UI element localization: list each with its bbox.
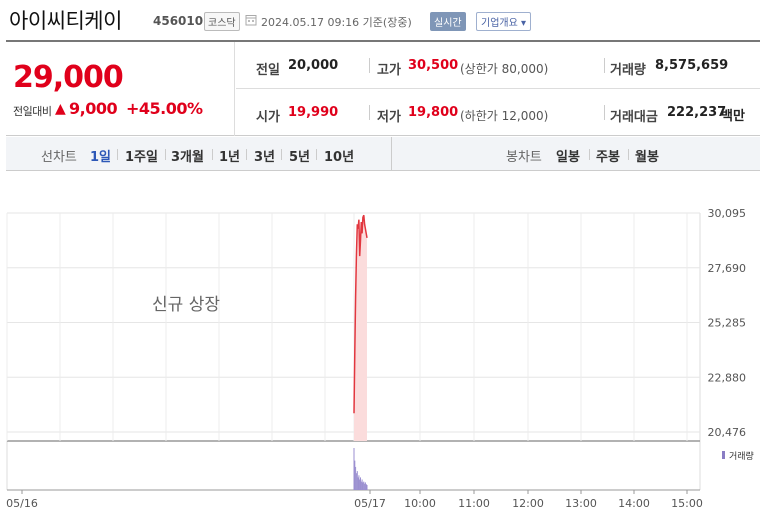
amount-label: 거래대금: [610, 110, 658, 125]
divider: [604, 105, 605, 120]
up-arrow-icon: ▲: [55, 101, 66, 117]
timestamp: 2024.05.17 09:16 기준(장중): [261, 16, 412, 29]
divider: [316, 149, 317, 160]
divider: [628, 149, 629, 160]
divider: [117, 149, 118, 160]
volume-bars: [353, 448, 368, 490]
stock-header: 아이씨티케이 456010 코스닥 2024.05.17 09:16 기준(장중…: [0, 0, 760, 40]
low-value: 19,800: [408, 105, 459, 120]
volume-bar: [366, 485, 368, 490]
divider: [369, 105, 370, 120]
high-label: 고가: [377, 63, 401, 78]
x-tick-label: 10:00: [404, 497, 436, 510]
y-tick-label: 27,690: [708, 262, 747, 275]
open-label: 시가: [256, 110, 280, 125]
amount-value: 222,237: [667, 105, 727, 120]
tab-10y[interactable]: 10년: [324, 146, 354, 165]
realtime-button[interactable]: 실시간: [430, 12, 466, 31]
x-tick-label: 13:00: [565, 497, 597, 510]
prev-close-cell: 전일 20,000: [236, 42, 366, 89]
divider: [369, 58, 370, 73]
y-axis-ticks: 30,095 27,690 25,285 22,880 20,476: [708, 207, 747, 439]
open-cell: 시가 19,990: [236, 89, 366, 136]
tab-3m[interactable]: 3개월: [171, 146, 204, 165]
line-chart-label: 선차트: [41, 150, 77, 165]
candle-chart-label: 봉차트: [506, 150, 542, 165]
y-tick-label: 30,095: [708, 207, 747, 220]
volume-bar: [362, 482, 364, 490]
upper-limit: (상한가 80,000): [460, 62, 549, 76]
stats-row-2: 시가 19,990 저가 19,800 (하한가 12,000) 거래대금 22…: [236, 89, 760, 136]
chart-area: [353, 214, 368, 441]
low-label: 저가: [377, 110, 401, 125]
x-tick-label: 12:00: [512, 497, 544, 510]
stock-name: 아이씨티케이: [9, 9, 122, 33]
volume-legend-swatch: [722, 451, 725, 459]
chart-tab-bar: 선차트 1일 1주일 3개월 1년 3년 5년 10년 봉차트 일봉 주봉 월봉: [6, 137, 760, 171]
current-price-box: 29,000 전일대비 ▲ 9,000 +45.00%: [6, 42, 235, 136]
prev-close-value: 20,000: [288, 58, 339, 73]
tab-monthly[interactable]: 월봉: [635, 146, 659, 165]
divider: [589, 149, 590, 160]
divider: [165, 149, 166, 160]
volume-value: 8,575,659: [655, 58, 729, 73]
divider: [246, 149, 247, 160]
high-cell: 고가 30,500 (상한가 80,000): [373, 42, 603, 89]
tab-1d[interactable]: 1일: [90, 146, 111, 165]
volume-label: 거래량: [610, 63, 646, 78]
divider: [212, 149, 213, 160]
volume-cell: 거래량 8,575,659: [606, 42, 760, 89]
change-percent: +45.00%: [126, 99, 203, 118]
tab-1y[interactable]: 1년: [219, 146, 240, 165]
change-value: 9,000: [69, 99, 118, 118]
y-tick-label: 22,880: [708, 371, 747, 384]
amount-unit: 백만: [721, 109, 745, 124]
stats-row-1: 전일 20,000 고가 30,500 (상한가 80,000) 거래량 8,5…: [236, 42, 760, 89]
y-tick-label: 25,285: [708, 317, 747, 330]
change-label: 전일대비: [13, 105, 52, 118]
volume-bar: [355, 473, 357, 490]
x-axis-ticks: 05/16 05/17 10:00 11:00 12:00 13:00 14:00 15:00: [6, 490, 703, 510]
x-tick-label: 11:00: [458, 497, 490, 510]
tab-5y[interactable]: 5년: [289, 146, 310, 165]
lower-limit: (하한가 12,000): [460, 109, 549, 123]
price-panel: 29,000 전일대비 ▲ 9,000 +45.00% 전일 20,000 고가…: [6, 40, 760, 136]
amount-cell: 거래대금 222,237 백만: [606, 89, 760, 136]
clock-icon: [245, 15, 257, 26]
stock-code: 456010: [153, 14, 204, 28]
divider: [281, 149, 282, 160]
divider: [604, 58, 605, 73]
prev-close-label: 전일: [256, 63, 280, 78]
tab-3y[interactable]: 3년: [254, 146, 275, 165]
tab-weekly[interactable]: 주봉: [596, 146, 620, 165]
company-overview-button[interactable]: 기업개요 ▾: [476, 12, 531, 31]
divider: [391, 137, 392, 170]
market-badge: 코스닥: [204, 12, 240, 31]
tab-daily[interactable]: 일봉: [556, 146, 580, 165]
tab-1w[interactable]: 1주일: [125, 146, 158, 165]
open-value: 19,990: [288, 105, 339, 120]
current-price: 29,000: [13, 60, 124, 95]
x-tick-label: 14:00: [618, 497, 650, 510]
low-cell: 저가 19,800 (하한가 12,000): [373, 89, 603, 136]
new-listing-annotation: 신규 상장: [152, 295, 220, 315]
y-tick-label: 20,476: [708, 426, 747, 439]
x-tick-label: 05/16: [6, 497, 38, 510]
volume-legend-label: 거래량: [729, 450, 754, 462]
x-tick-label: 05/17: [354, 497, 386, 510]
price-chart: 신규 상장 30,095 27,690 25,285 22,880 20,476 05/…: [6, 207, 754, 510]
x-tick-label: 15:00: [671, 497, 703, 510]
high-value: 30,500: [408, 58, 459, 73]
